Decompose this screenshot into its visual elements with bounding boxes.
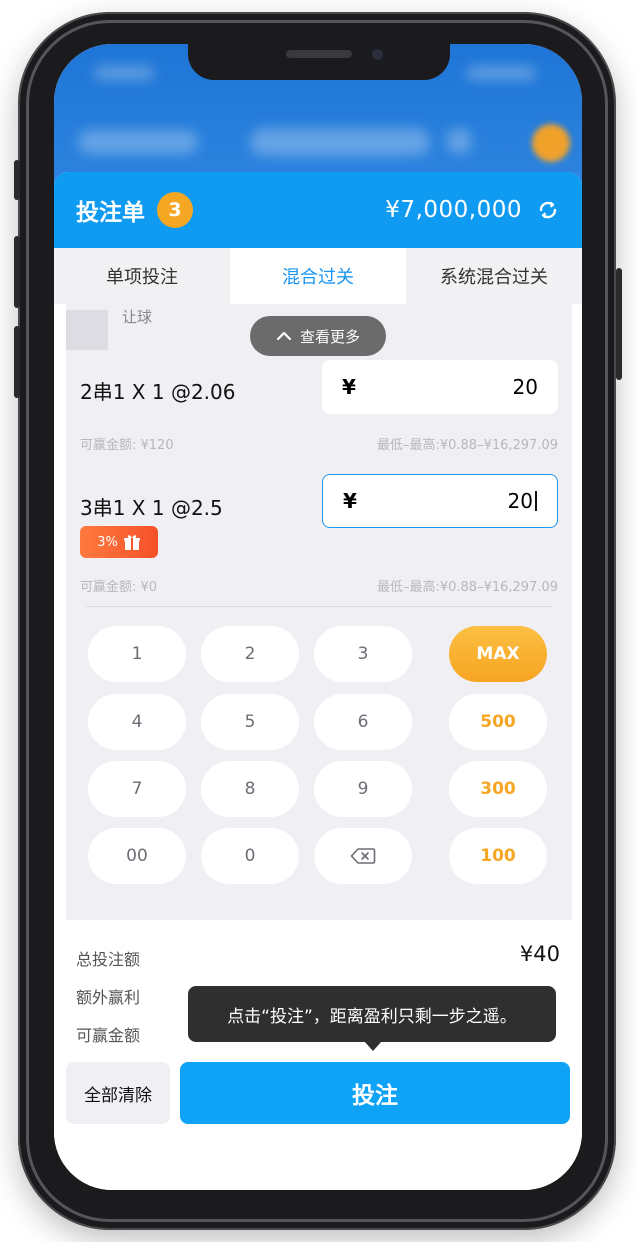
- bet-slip-header: 投注单 3 ¥7,000,000: [54, 172, 582, 248]
- show-more-label: 查看更多: [299, 327, 360, 346]
- key-7[interactable]: 7: [88, 761, 186, 817]
- show-more-button[interactable]: 查看更多: [250, 316, 386, 356]
- total-stake-label: 总投注额: [76, 950, 141, 969]
- stake-value: 20: [512, 375, 538, 399]
- balance-amount: ¥7,000,000: [385, 197, 522, 223]
- key-8[interactable]: 8: [201, 761, 299, 817]
- total-stake-value: ¥40: [519, 942, 560, 966]
- key-max[interactable]: MAX: [449, 626, 547, 682]
- market-label: 让球: [122, 308, 153, 326]
- currency-symbol: ¥: [342, 375, 356, 399]
- bet-hint-tooltip: 点击“投注”，距离盈利只剩一步之遥。: [188, 986, 556, 1051]
- bet-type-tabs: 单项投注 混合过关 系统混合过关: [54, 248, 582, 304]
- stake-value: 20: [507, 489, 533, 513]
- key-1[interactable]: 1: [88, 626, 186, 682]
- extra-profit-label: 额外赢利: [76, 988, 141, 1007]
- key-300[interactable]: 300: [449, 761, 547, 817]
- volume-down-button: [14, 326, 20, 398]
- power-button: [616, 268, 622, 380]
- key-00[interactable]: 00: [88, 828, 186, 884]
- gift-icon: [123, 535, 140, 550]
- tab-parlay[interactable]: 混合过关: [230, 248, 406, 304]
- stake-limits: 最低–最高:¥0.88–¥16,297.09: [376, 580, 558, 595]
- key-5[interactable]: 5: [201, 694, 299, 750]
- silent-switch: [14, 160, 20, 200]
- selection-count-badge: 3: [157, 192, 193, 228]
- potential-win: 可赢金额: ¥120: [80, 438, 174, 453]
- parlay-panel: 让球 查看更多 2串1 X 1 @2.06 ¥ 20 可赢金额: ¥120 最低…: [66, 304, 572, 920]
- chevron-up-icon: [276, 331, 292, 341]
- key-500[interactable]: 500: [449, 694, 547, 750]
- stake-limits: 最低–最高:¥0.88–¥16,297.09: [376, 438, 558, 453]
- tab-system-parlay[interactable]: 系统混合过关: [406, 248, 582, 304]
- potential-win-label: 可赢金额: [76, 1026, 141, 1045]
- stake-input[interactable]: ¥ 20: [322, 474, 558, 528]
- key-9[interactable]: 9: [314, 761, 412, 817]
- key-6[interactable]: 6: [314, 694, 412, 750]
- key-0[interactable]: 0: [201, 828, 299, 884]
- promo-percent: 3%: [97, 534, 118, 550]
- refresh-icon[interactable]: [536, 198, 560, 222]
- combo-label: 2串1 X 1 @2.06: [80, 380, 236, 404]
- key-2[interactable]: 2: [201, 626, 299, 682]
- clear-all-button[interactable]: 全部清除: [66, 1062, 170, 1124]
- notch: [188, 44, 450, 80]
- stake-input[interactable]: ¥ 20: [322, 360, 558, 414]
- place-bet-button[interactable]: 投注: [180, 1062, 570, 1124]
- key-4[interactable]: 4: [88, 694, 186, 750]
- volume-up-button: [14, 236, 20, 308]
- tab-single[interactable]: 单项投注: [54, 248, 230, 304]
- currency-symbol: ¥: [343, 489, 357, 513]
- combo-row: 3串1 X 1 @2.5 ¥ 20 3% 可赢金额: ¥0 最低–最高:¥0.8…: [66, 474, 572, 604]
- screen: 投注单 3 ¥7,000,000 单项投注 混合过关 系统混合过关 让球 查看更…: [54, 44, 582, 1190]
- divider: [86, 606, 552, 607]
- combo-label: 3串1 X 1 @2.5: [80, 496, 223, 520]
- total-stake-row: 总投注额 ¥40: [76, 942, 560, 970]
- backspace-key[interactable]: [314, 828, 412, 884]
- bet-slip-title: 投注单: [76, 200, 145, 226]
- key-100[interactable]: 100: [449, 828, 547, 884]
- combo-row: 2串1 X 1 @2.06 ¥ 20 可赢金额: ¥120 最低–最高:¥0.8…: [66, 360, 572, 460]
- promo-badge: 3%: [80, 526, 158, 558]
- potential-win: 可赢金额: ¥0: [80, 580, 158, 595]
- key-3[interactable]: 3: [314, 626, 412, 682]
- backspace-icon: [350, 848, 376, 864]
- text-cursor: [535, 491, 537, 511]
- team-logo: [66, 310, 108, 350]
